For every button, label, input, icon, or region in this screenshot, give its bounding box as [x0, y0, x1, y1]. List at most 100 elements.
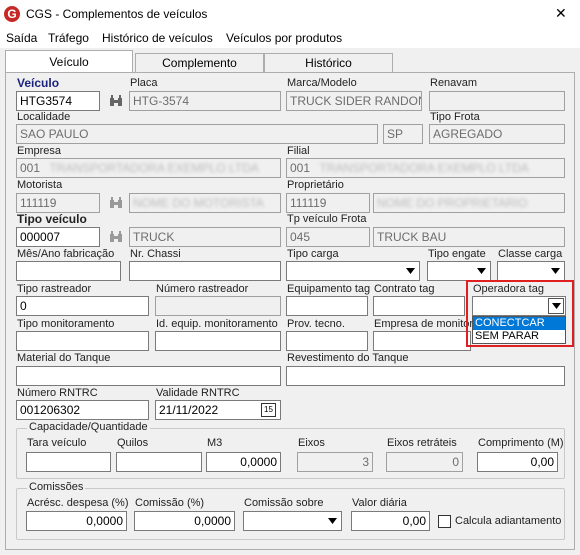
material-tanque-input[interactable]: [16, 366, 281, 386]
binoculars-icon[interactable]: [106, 227, 126, 247]
label-placa: Placa: [130, 77, 158, 89]
tara-veiculo-input[interactable]: [26, 452, 111, 472]
label-acresc-despesa: Acrésc. despesa (%): [27, 497, 129, 509]
window-title: CGS - Complementos de veículos: [26, 7, 208, 21]
label-empresa-monitora: Empresa de monitora: [374, 318, 474, 330]
numero-rastreador-field: [155, 296, 281, 316]
operadora-dropdown-list: CONECTCAR SEM PARAR: [472, 316, 566, 344]
eixos-field: 3: [297, 452, 373, 472]
label-tp-veiculo-frota: Tp veículo Frota: [287, 213, 367, 225]
m3-input[interactable]: 0,0000: [206, 452, 281, 472]
proprietario-code-field: 111119: [286, 193, 370, 213]
operadora-tag-select[interactable]: [472, 296, 566, 316]
label-comprimento: Comprimento (M): [478, 437, 564, 449]
renavam-field: [429, 91, 565, 111]
filial-code: 001: [290, 161, 311, 175]
menu-veiculos-produtos[interactable]: Veículos por produtos: [226, 31, 342, 45]
comprimento-input[interactable]: 0,00: [477, 452, 558, 472]
chevron-down-icon: [405, 268, 415, 274]
label-marca-modelo: Marca/Modelo: [287, 77, 357, 89]
proprietario-name: NOME DO PROPRIETARIO: [377, 196, 528, 210]
calendar-icon[interactable]: 15: [261, 403, 276, 417]
label-validade-rntrc: Validade RNTRC: [156, 387, 240, 399]
tab-complemento[interactable]: Complemento: [135, 53, 264, 72]
filial-field: 001 TRANSPORTADORA EXEMPLO LTDA: [286, 158, 565, 178]
label-tipo-veiculo: Tipo veículo: [17, 212, 87, 226]
numero-rntrc-input[interactable]: 001206302: [16, 400, 149, 420]
label-numero-rastreador: Número rastreador: [156, 283, 249, 295]
veiculo-input[interactable]: HTG3574: [16, 91, 100, 111]
tp-frota-code-field: 045: [286, 227, 370, 247]
calendar-icon-text: 15: [264, 405, 273, 414]
tipo-monitoramento-input[interactable]: [16, 331, 149, 351]
label-numero-rntrc: Número RNTRC: [17, 387, 98, 399]
label-tipo-carga: Tipo carga: [287, 248, 339, 260]
close-icon[interactable]: ✕: [555, 5, 567, 22]
label-tipo-frota: Tipo Frota: [430, 111, 480, 123]
label-equipamento-tag: Equipamento tag: [287, 283, 371, 295]
chevron-down-icon: [551, 303, 561, 309]
motorista-code-field: 111119: [16, 193, 100, 213]
label-motorista: Motorista: [17, 179, 63, 191]
label-tipo-monitoramento: Tipo monitoramento: [17, 318, 115, 330]
filial-name: TRANSPORTADORA EXEMPLO LTDA: [319, 161, 529, 175]
label-contrato-tag: Contrato tag: [374, 283, 435, 295]
contrato-tag-input[interactable]: [373, 296, 465, 316]
binoculars-icon[interactable]: [106, 193, 126, 213]
valor-diaria-input[interactable]: 0,00: [351, 511, 430, 531]
empresa-monitora-input[interactable]: [373, 331, 471, 351]
label-nr-chassi: Nr. Chassi: [130, 248, 181, 260]
label-calcula-adiantamento: Calcula adiantamento: [455, 515, 562, 527]
menu-bar: Saída Tráfego Histórico de veículos Veíc…: [0, 28, 580, 48]
tipo-engate-select[interactable]: [427, 261, 491, 281]
nr-chassi-input[interactable]: [129, 261, 281, 281]
option-conectcar[interactable]: CONECTCAR: [473, 317, 565, 330]
label-tara-veiculo: Tara veículo: [27, 437, 87, 449]
uf-field: SP: [383, 124, 423, 144]
label-revestimento-tanque: Revestimento do Tanque: [287, 352, 409, 364]
mes-ano-input[interactable]: [16, 261, 121, 281]
chevron-down-icon: [550, 268, 560, 274]
label-classe-carga: Classe carga: [498, 248, 563, 260]
menu-historico-veiculos[interactable]: Histórico de veículos: [102, 31, 213, 45]
chevron-down-icon: [476, 268, 486, 274]
tab-historico-label: Histórico: [305, 56, 352, 70]
menu-saida[interactable]: Saída: [6, 31, 37, 45]
comissao-input[interactable]: 0,0000: [134, 511, 235, 531]
quilos-input[interactable]: [116, 452, 202, 472]
label-comissao-sobre: Comissão sobre: [244, 497, 324, 509]
label-operadora-tag: Operadora tag: [473, 283, 544, 295]
tipo-carga-select[interactable]: [286, 261, 420, 281]
tipo-veiculo-input[interactable]: 000007: [16, 227, 100, 247]
classe-carga-select[interactable]: [497, 261, 565, 281]
label-comissao: Comissão (%): [135, 497, 205, 509]
tab-historico[interactable]: Histórico: [264, 53, 393, 72]
binoculars-icon[interactable]: [106, 91, 126, 111]
label-tipo-rastreador: Tipo rastreador: [17, 283, 92, 295]
tab-complemento-label: Complemento: [162, 56, 237, 70]
menu-trafego[interactable]: Tráfego: [48, 31, 89, 45]
option-sem-parar[interactable]: SEM PARAR: [473, 330, 565, 343]
eixos-retrateis-field: 0: [386, 452, 463, 472]
label-id-equip-monitoramento: Id. equip. monitoramento: [156, 318, 278, 330]
tab-veiculo[interactable]: Veículo: [5, 50, 133, 73]
id-equip-monitoramento-input[interactable]: [155, 331, 281, 351]
calcula-adiantamento-checkbox[interactable]: [438, 515, 451, 528]
label-filial: Filial: [287, 145, 310, 157]
label-m3: M3: [207, 437, 223, 449]
title-bar: G CGS - Complementos de veículos ✕: [0, 0, 580, 28]
label-eixos: Eixos: [298, 437, 325, 449]
label-valor-diaria: Valor diária: [352, 497, 407, 509]
acresc-despesa-input[interactable]: 0,0000: [26, 511, 127, 531]
comissao-sobre-select[interactable]: [243, 511, 342, 531]
label-veiculo: Veículo: [17, 76, 60, 90]
label-empresa: Empresa: [17, 145, 62, 157]
label-mes-ano: Mês/Ano fabricação: [17, 248, 115, 260]
prov-tecno-input[interactable]: [286, 331, 368, 351]
label-renavam: Renavam: [430, 77, 478, 89]
chevron-down-icon: [327, 518, 337, 524]
label-material-tanque: Material do Tanque: [17, 352, 111, 364]
revestimento-tanque-input[interactable]: [286, 366, 565, 386]
equipamento-tag-input[interactable]: [286, 296, 368, 316]
tipo-rastreador-input[interactable]: 0: [16, 296, 149, 316]
